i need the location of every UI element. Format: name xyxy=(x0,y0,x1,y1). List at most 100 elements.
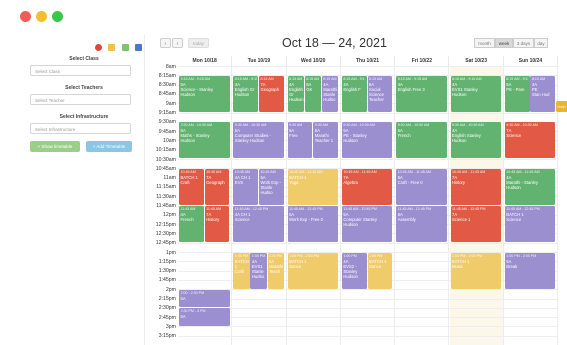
event-line2: Geograph xyxy=(260,86,280,92)
event-line2: History xyxy=(206,217,220,222)
calendar-event[interactable]: 10:45 AM - 11:45 AM 7A Algebra xyxy=(341,168,393,205)
calendar-event[interactable]: 8:15 AM 7A Geograph xyxy=(258,75,284,112)
event-time: 8:15 AM xyxy=(260,76,274,81)
event-line3: Stanle Hudso xyxy=(251,268,264,279)
calendar-event[interactable]: 8:15 AM - 9:15 AM5APE - Pare xyxy=(504,75,530,112)
calendar-event[interactable]: 10:45 AM - 11:45 AM 7A History xyxy=(450,168,501,205)
event-time: 11:45 AM xyxy=(206,207,222,211)
event-line2: Algebra xyxy=(343,179,358,185)
add-timetable-button[interactable]: + Add Timetable xyxy=(86,141,132,152)
time-label: 2:30pm xyxy=(158,305,176,312)
calendar-event[interactable]: 8:15 AM - 9:15 AM4AEnglish GrHudson xyxy=(233,75,259,112)
event-line2: Craft xyxy=(234,268,244,274)
calendar-event[interactable]: 9:30 AM - 10:30 AM 5A Maths - Stanley Hudso… xyxy=(179,122,230,159)
time-label: 9:30am xyxy=(158,119,176,126)
calendar-event[interactable]: 2:00 - 2:30 PM 5A xyxy=(179,289,230,308)
calendar-event[interactable]: 1:00 PM - 2:00 PM 5A Break xyxy=(504,252,556,289)
calendar-event[interactable]: 8:15 AM 4A Marathi Stanle Hudso xyxy=(321,75,339,112)
event-time: 11:45 AM - 12:45 PM xyxy=(234,207,269,211)
calendar-event[interactable]: 10:45 AM - 11:45 AM BATCH 1 Yoga xyxy=(287,168,339,205)
calendar-event[interactable]: 1:00 PM 5A Marathi Teach xyxy=(267,252,284,289)
maximize-window-button[interactable] xyxy=(52,11,63,22)
calendar-event[interactable]: 9:30 AM - 10:30 AM 4A English Stanley Hudso… xyxy=(450,122,501,159)
calendar-event[interactable]: 9:30 AM 5A Free xyxy=(287,122,313,159)
event-line3: Hudson xyxy=(289,96,304,102)
calendar-event[interactable]: 9:30 AM - 10:30 AM 5A French xyxy=(396,122,447,159)
calendar-event[interactable]: 11:45 AM - 12:45 PM 5A Assembly xyxy=(396,206,447,243)
view-month-button[interactable]: month xyxy=(474,38,495,48)
select-infrastructure-input[interactable]: Select Infrastructure xyxy=(30,123,131,134)
event-time: 1:00 PM xyxy=(234,253,249,258)
event-time: 1:00 PM xyxy=(269,253,283,258)
calendar-event[interactable]: 11:45 AM - 12:45 PM 7A Science 1 xyxy=(450,206,501,243)
calendar-event[interactable]: 9:30 AM - 10:30 AM 7A Science xyxy=(504,122,556,159)
day-header: Thu 10/21 xyxy=(341,56,396,66)
calendar-event[interactable]: 10:45 AM BATCH 1 Craft xyxy=(179,168,204,205)
event-time: 10:45 AM xyxy=(180,169,196,174)
time-label: 8:30am xyxy=(158,82,176,89)
time-label: 11am xyxy=(163,175,176,182)
print-icon[interactable] xyxy=(135,44,142,51)
calendar-event[interactable]: 10:45 AM 7A Geograph xyxy=(204,168,230,205)
calendar-event[interactable]: 10:45 AM 5A Work Exp - Stanle Hudso xyxy=(258,168,284,205)
calendar-event[interactable]: 8:15 AM 4A PE Stan Hud xyxy=(530,75,556,112)
calendar-event[interactable]: 11:45 AM - 12:45 PM BATCH 1 Science xyxy=(504,206,556,243)
calendar-event[interactable]: 9:30 AM - 10:30 AM 5A Computer Studies - St… xyxy=(233,122,284,159)
spreadsheet-icon[interactable] xyxy=(121,44,129,51)
today-button[interactable]: today xyxy=(188,38,209,48)
event-time: 10:45 AM - 11:45 AM xyxy=(289,169,323,174)
calendar-event[interactable]: 1:00 PM - 2:00 PM BATCH 1 Dance xyxy=(287,252,339,289)
help-tab[interactable]: Help xyxy=(556,101,567,112)
calendar-event[interactable]: 1:00 PM 4A EVS1 Stanle Hudso xyxy=(250,252,267,289)
select-class-input[interactable]: Select Class xyxy=(30,65,131,76)
calendar-event[interactable]: 8:15 AM - 9:15 AM4AEnglish F xyxy=(341,75,367,112)
view-day-button[interactable]: day xyxy=(534,38,548,48)
calendar-event[interactable]: 8:15 AM - 9:15 AM 5A Science - Stanley Huds… xyxy=(179,75,230,112)
day-header: Fri 10/22 xyxy=(395,56,450,66)
calendar-event[interactable]: 9:30 AM - 10:30 AM 5A PE - Stanley Hudson xyxy=(341,122,393,159)
calendar-event[interactable]: 9:30 AM 6A Marathi Teacher 1 xyxy=(313,122,339,159)
event-line2: English Gr xyxy=(289,86,303,97)
calendar-event[interactable]: 1:00 PM BATCH 1 Craft xyxy=(233,252,250,289)
event-line2: Break xyxy=(506,263,518,269)
event-line3: Hudson xyxy=(452,91,467,97)
calendar-event[interactable]: 1:00 PM - 2:00 PM BATCH 1 Music xyxy=(450,252,501,289)
pin-icon[interactable] xyxy=(94,44,102,51)
calendar-event[interactable]: 10:45 AM 4A CH 1 EVS xyxy=(233,168,259,205)
calendar-event[interactable]: 2:30 PM - 3 PM 5A xyxy=(179,308,230,326)
time-grid-line xyxy=(178,289,558,291)
folder-icon[interactable] xyxy=(108,44,116,51)
event-time: 10:45 AM - 11:45 AM xyxy=(343,169,377,174)
event-title: 5A xyxy=(180,314,186,320)
calendar-event[interactable]: 8:15 AM 6A GK xyxy=(304,75,321,112)
event-time: 8:15 AM xyxy=(306,76,320,81)
view-week-button[interactable]: week xyxy=(495,38,513,48)
day-header: Tue 10/19 xyxy=(232,56,287,66)
minimize-window-button[interactable] xyxy=(36,11,47,22)
calendar-event[interactable]: 1:00 PM 4A EVS2 - Stanley Hudson xyxy=(341,252,367,289)
calendar-event[interactable]: 8:15 AM - 9:15 AM 4A EVS1 Stanley Hudson xyxy=(450,75,501,112)
event-time: 10:45 AM - 11:45 AM xyxy=(397,169,431,174)
calendar-event[interactable]: 11:45 AM - 12:45 PM 4A CH 1 Science xyxy=(233,206,284,243)
calendar-event[interactable]: 10:45 AM - 11:45 AM 4A Marathi - Stanley Hu… xyxy=(504,168,556,205)
calendar-event[interactable]: 11:45 AM 4A French xyxy=(179,206,204,243)
calendar-event[interactable]: 8:15 AM - 9:15 AM 4A English Free 3 xyxy=(396,75,447,112)
time-label: 2pm xyxy=(165,286,176,293)
calendar-event[interactable]: 1:00 PM BATCH 1 Dance xyxy=(367,252,393,289)
select-teacher-input[interactable]: Select Teacher xyxy=(30,94,131,105)
next-week-button[interactable]: › xyxy=(172,38,183,48)
calendar-event[interactable]: 11:45 AM - 12:45 PM 5A Computer Stanley Hud… xyxy=(341,206,393,243)
prev-week-button[interactable]: ‹ xyxy=(160,38,171,48)
close-window-button[interactable] xyxy=(20,11,31,22)
calendar-event[interactable]: 8:15 AM 4A English Gr Hudson xyxy=(287,75,304,112)
calendar-event[interactable]: 10:45 AM - 11:45 AM 5A Craft - Free 0 xyxy=(396,168,447,205)
calendar-event[interactable]: 11:45 AM - 12:45 PM 5A Work Exp - Free 0 xyxy=(287,206,339,243)
calendar-event[interactable]: 8:15 AM 5A Social Science Teacher xyxy=(367,75,393,112)
event-line2: Science 1 xyxy=(452,217,471,222)
show-timetable-button[interactable]: + Show timetable xyxy=(30,141,80,152)
calendar-event[interactable]: 11:45 AM 7A History xyxy=(204,206,230,243)
event-line3: Teacher 1 xyxy=(314,138,334,144)
event-line2: EVS2 - Stanley xyxy=(343,263,358,274)
event-line2: Music xyxy=(452,263,463,269)
view-3-days-button[interactable]: 3 days xyxy=(513,38,534,48)
